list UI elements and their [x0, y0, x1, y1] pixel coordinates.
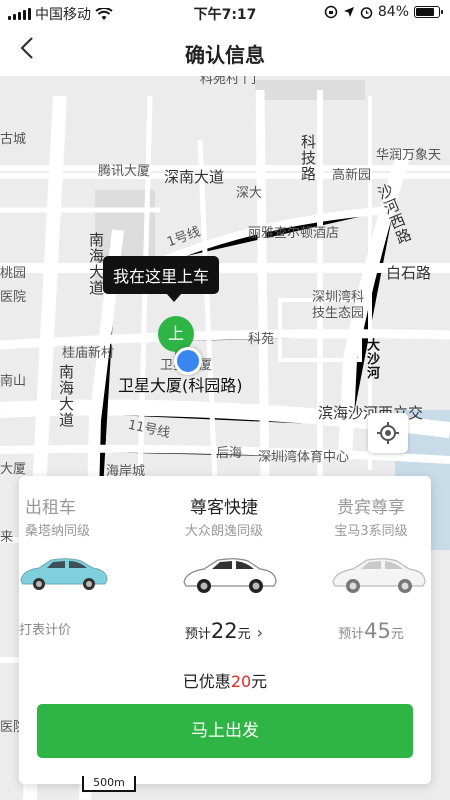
map-label: 后海	[216, 446, 243, 461]
map-label: 丽雅查尔顿酒店	[248, 226, 340, 241]
pickup-callout: 我在这里上车	[103, 256, 220, 302]
discount-unit: 元	[251, 672, 268, 691]
location-arrow-icon	[343, 7, 354, 17]
price-unit: 元	[390, 627, 404, 642]
taxi-car-icon	[20, 558, 108, 590]
discount-text: 已优惠20元	[19, 668, 431, 692]
map-label: 科苑村 门	[200, 76, 257, 87]
discount-amount: 20	[230, 672, 252, 691]
price-value: 22	[210, 619, 238, 643]
map-label: 卫星大厦(科园路)	[118, 376, 243, 395]
map-label: 南山	[0, 374, 27, 389]
vehicle-name: 出租车	[25, 498, 76, 518]
sedan-car-icon	[183, 558, 277, 593]
crosshair-icon	[377, 422, 399, 444]
map-label: 华润万象天	[376, 148, 442, 163]
price-prefix: 预计	[184, 627, 211, 642]
map-label: 深圳湾科技生态园	[312, 290, 365, 321]
map-label: 腾讯大厦	[98, 164, 151, 179]
go-button[interactable]: 马上出发	[37, 704, 413, 758]
vehicle-option-vip[interactable]: 贵宾尊享 宝马3系同级 预计45元	[311, 476, 431, 643]
map-label: 南海大道	[57, 364, 75, 428]
vehicle-price: 预计45元	[311, 619, 431, 643]
discount-prefix: 已优惠	[182, 672, 231, 691]
vehicle-class: 桑塔纳同级	[25, 524, 91, 539]
map-label: 来	[0, 530, 14, 545]
vehicle-selection-sheet: 出租车 桑塔纳同级 打表计价 尊客快捷 大众朗逸同级 预计22元 › 贵宾尊享 宝…	[19, 476, 431, 784]
map-label: 深大	[236, 186, 263, 201]
map-label: 深南大道	[164, 168, 225, 186]
map-label: 大厦	[0, 462, 27, 477]
vehicle-class: 宝马3系同级	[334, 524, 408, 539]
vehicle-name: 尊客快捷	[190, 498, 258, 518]
vehicle-class: 大众朗逸同级	[184, 524, 263, 539]
map-label: 桃园	[0, 266, 27, 281]
map-label: 科苑	[248, 332, 275, 347]
price-prefix: 预计	[338, 627, 365, 642]
map-label: 桂庙新村	[62, 346, 115, 361]
map-label: 高新园	[332, 168, 372, 183]
map-label: 大沙河	[364, 338, 379, 380]
page-title: 确认信息	[185, 43, 265, 67]
alarm-icon	[360, 6, 373, 19]
map-scale-bar: 500m	[82, 776, 136, 792]
luxury-car-icon	[332, 558, 426, 593]
chevron-right-icon[interactable]: ›	[257, 623, 263, 642]
current-location-dot	[174, 347, 202, 375]
rotation-lock-icon	[324, 5, 338, 19]
map-label: 医院	[0, 290, 27, 305]
map-label: 深圳湾体育中心	[258, 450, 350, 465]
price-value: 45	[364, 619, 391, 643]
battery-percent: 84%	[377, 4, 409, 20]
vehicle-option-express[interactable]: 尊客快捷 大众朗逸同级 预计22元 ›	[144, 476, 304, 643]
map-label: 白石路	[386, 264, 432, 282]
vehicle-price: 预计22元 ›	[144, 619, 304, 643]
map-label: 古城	[0, 132, 27, 147]
vehicle-name: 贵宾尊享	[337, 498, 405, 518]
battery-level	[416, 8, 434, 16]
price-unit: 元	[237, 627, 251, 642]
battery-icon	[414, 6, 443, 18]
vehicle-price: 打表计价	[19, 623, 72, 638]
vehicle-option-taxi[interactable]: 出租车 桑塔纳同级 打表计价	[19, 476, 129, 638]
status-bar: 中国移动 下午7:17 84%	[0, 0, 450, 26]
locate-button[interactable]	[368, 413, 408, 453]
map-label: 科技路	[299, 134, 317, 182]
nav-header: 确认信息	[0, 26, 450, 76]
